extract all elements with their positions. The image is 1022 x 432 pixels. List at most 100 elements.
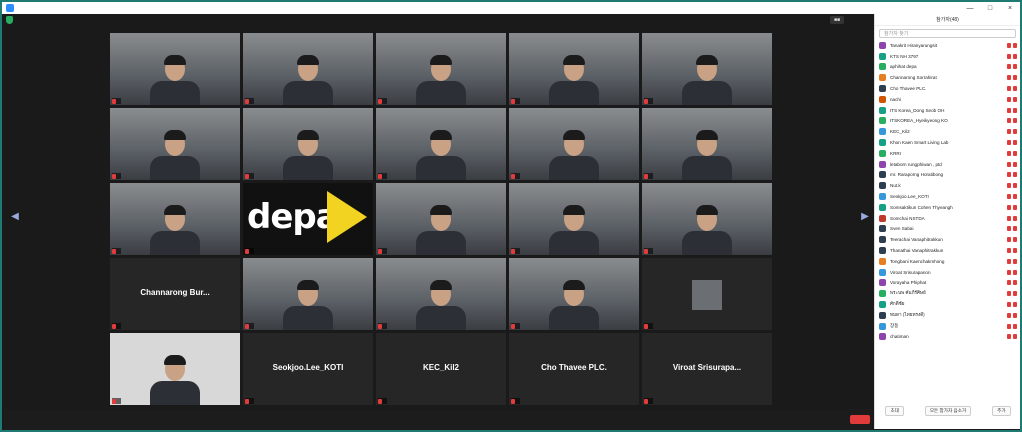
participant-row[interactable]: Sven Sabai xyxy=(875,224,1021,235)
participant-row[interactable]: Tanakrit Hiranyarungsit xyxy=(875,40,1021,51)
mic-muted-icon xyxy=(1007,172,1011,178)
participant-tile[interactable] xyxy=(509,33,639,105)
avatar xyxy=(879,203,886,211)
video-off-icon xyxy=(1013,269,1017,275)
participant-tile[interactable] xyxy=(243,33,373,105)
participant-row[interactable]: Cho Thavee PLC. xyxy=(875,83,1021,94)
participant-row[interactable]: KRRI xyxy=(875,148,1021,159)
participant-tile[interactable] xyxy=(110,108,240,180)
name-caption xyxy=(644,398,653,404)
avatar xyxy=(879,193,886,201)
mic-muted-icon xyxy=(245,173,249,179)
mute-all-button[interactable]: 모든 참가자 음소거 xyxy=(924,406,972,416)
participant-row[interactable]: พระนพ คัมภีร์ศิษย์ xyxy=(875,288,1021,299)
participant-video xyxy=(416,53,466,105)
depa-logo-arrow-icon xyxy=(327,191,367,243)
participant-name: Channarong Sorrahirat xyxy=(890,75,937,81)
meeting-info[interactable] xyxy=(6,16,13,24)
next-page-arrow-icon[interactable]: ▶ xyxy=(860,211,870,241)
participant-name: letaborn rungphiwan , ptd xyxy=(890,161,942,167)
view-button[interactable]: ■■ xyxy=(830,16,845,24)
participant-tile[interactable] xyxy=(376,183,506,255)
participant-row[interactable]: Somchai NSTDA xyxy=(875,213,1021,224)
participant-tile[interactable] xyxy=(243,258,373,330)
prev-page-arrow-icon[interactable]: ◀ xyxy=(10,211,20,241)
participant-row[interactable]: chatiman xyxy=(875,332,1021,343)
participant-tile[interactable]: depa xyxy=(243,183,373,255)
participant-search-input[interactable]: 참가자 찾기 xyxy=(879,29,1016,38)
participant-video xyxy=(682,53,732,105)
mic-muted-icon xyxy=(1007,140,1011,146)
participant-row[interactable]: ITS Korea_Dong Seob OH xyxy=(875,105,1021,116)
participant-video xyxy=(150,353,200,405)
participant-tile[interactable] xyxy=(376,33,506,105)
mic-muted-icon xyxy=(1007,312,1011,318)
participant-row[interactable]: mr. Raraporng Horatibong xyxy=(875,170,1021,181)
participant-tile[interactable]: Channarong Bur... xyxy=(110,258,240,330)
participant-row[interactable]: ศักดิ์ชัย xyxy=(875,299,1021,310)
participant-name: Tanakrit Hiranyarungsit xyxy=(890,42,937,48)
participant-row[interactable]: Viroat Srisurapanon xyxy=(875,267,1021,278)
invite-button[interactable]: 초대 xyxy=(885,406,904,416)
participant-row[interactable]: ทมดา (ไทยทรงดี) xyxy=(875,310,1021,321)
participant-tile[interactable]: Cho Thavee PLC. xyxy=(509,333,639,405)
participant-tile[interactable] xyxy=(642,258,772,330)
participant-status-icons xyxy=(1007,237,1017,243)
participant-row[interactable]: Teerachai Vanaphitrakkun xyxy=(875,234,1021,245)
participant-row[interactable]: Vorayaha Phiphat xyxy=(875,278,1021,289)
participant-row[interactable]: Seokjoo.Lee_KOTI xyxy=(875,191,1021,202)
participant-row[interactable]: aphihat depa xyxy=(875,62,1021,73)
name-caption xyxy=(511,98,520,104)
participant-row[interactable]: Khon Kaen Smart Living Lab xyxy=(875,137,1021,148)
participant-row[interactable]: Somsaktikun Cohen Thyeangh xyxy=(875,202,1021,213)
minimize-icon[interactable]: — xyxy=(960,5,980,12)
participant-row[interactable]: 장동 xyxy=(875,321,1021,332)
avatar xyxy=(879,225,886,233)
participant-tile[interactable] xyxy=(110,183,240,255)
more-button[interactable]: 추가 xyxy=(992,406,1011,416)
mic-muted-icon xyxy=(1007,269,1011,275)
avatar xyxy=(879,290,886,298)
mic-muted-icon xyxy=(1007,86,1011,92)
participant-tile[interactable] xyxy=(509,258,639,330)
avatar xyxy=(879,214,886,222)
mic-muted-icon xyxy=(112,98,116,104)
name-caption xyxy=(378,398,387,404)
video-off-icon xyxy=(1013,302,1017,308)
maximize-icon[interactable]: □ xyxy=(980,5,1000,12)
participant-video xyxy=(416,128,466,180)
participant-row[interactable]: ITSKOREA_Hyeikyeong KO xyxy=(875,116,1021,127)
participant-tile[interactable] xyxy=(642,33,772,105)
participant-video xyxy=(283,278,333,330)
participant-row[interactable]: letaborn rungphiwan , ptd xyxy=(875,159,1021,170)
participant-row[interactable]: Nut.k xyxy=(875,180,1021,191)
name-caption xyxy=(112,173,121,179)
participant-tile[interactable] xyxy=(376,108,506,180)
close-icon[interactable]: × xyxy=(1000,5,1020,12)
participant-tile[interactable] xyxy=(243,108,373,180)
avatar xyxy=(879,85,886,93)
participant-row[interactable]: KTS NH 3797 xyxy=(875,51,1021,62)
participant-tile[interactable]: KEC_Kil2 xyxy=(376,333,506,405)
participant-tile[interactable] xyxy=(110,33,240,105)
video-off-icon xyxy=(1013,118,1017,124)
participant-tile[interactable]: Viroat Srisurapa... xyxy=(642,333,772,405)
end-meeting-button[interactable] xyxy=(850,415,870,424)
participant-row[interactable]: Tongbani Kaenchakmhong xyxy=(875,256,1021,267)
participant-row[interactable]: nachi xyxy=(875,94,1021,105)
participant-tile[interactable] xyxy=(642,183,772,255)
participant-row[interactable]: KEC_Kil2 xyxy=(875,126,1021,137)
participant-tile[interactable] xyxy=(376,258,506,330)
avatar xyxy=(879,182,886,190)
participant-tile[interactable] xyxy=(509,183,639,255)
participant-tile[interactable]: Seokjoo.Lee_KOTI xyxy=(243,333,373,405)
participant-tile[interactable] xyxy=(110,333,240,405)
name-caption xyxy=(378,323,387,329)
participant-row[interactable]: Channarong Sorrahirat xyxy=(875,72,1021,83)
avatar xyxy=(879,279,886,287)
participant-tile[interactable] xyxy=(642,108,772,180)
shield-icon xyxy=(6,16,13,24)
participant-row[interactable]: Thanathai Vanaphitrakkun xyxy=(875,245,1021,256)
participant-tile[interactable] xyxy=(509,108,639,180)
name-caption xyxy=(644,248,653,254)
